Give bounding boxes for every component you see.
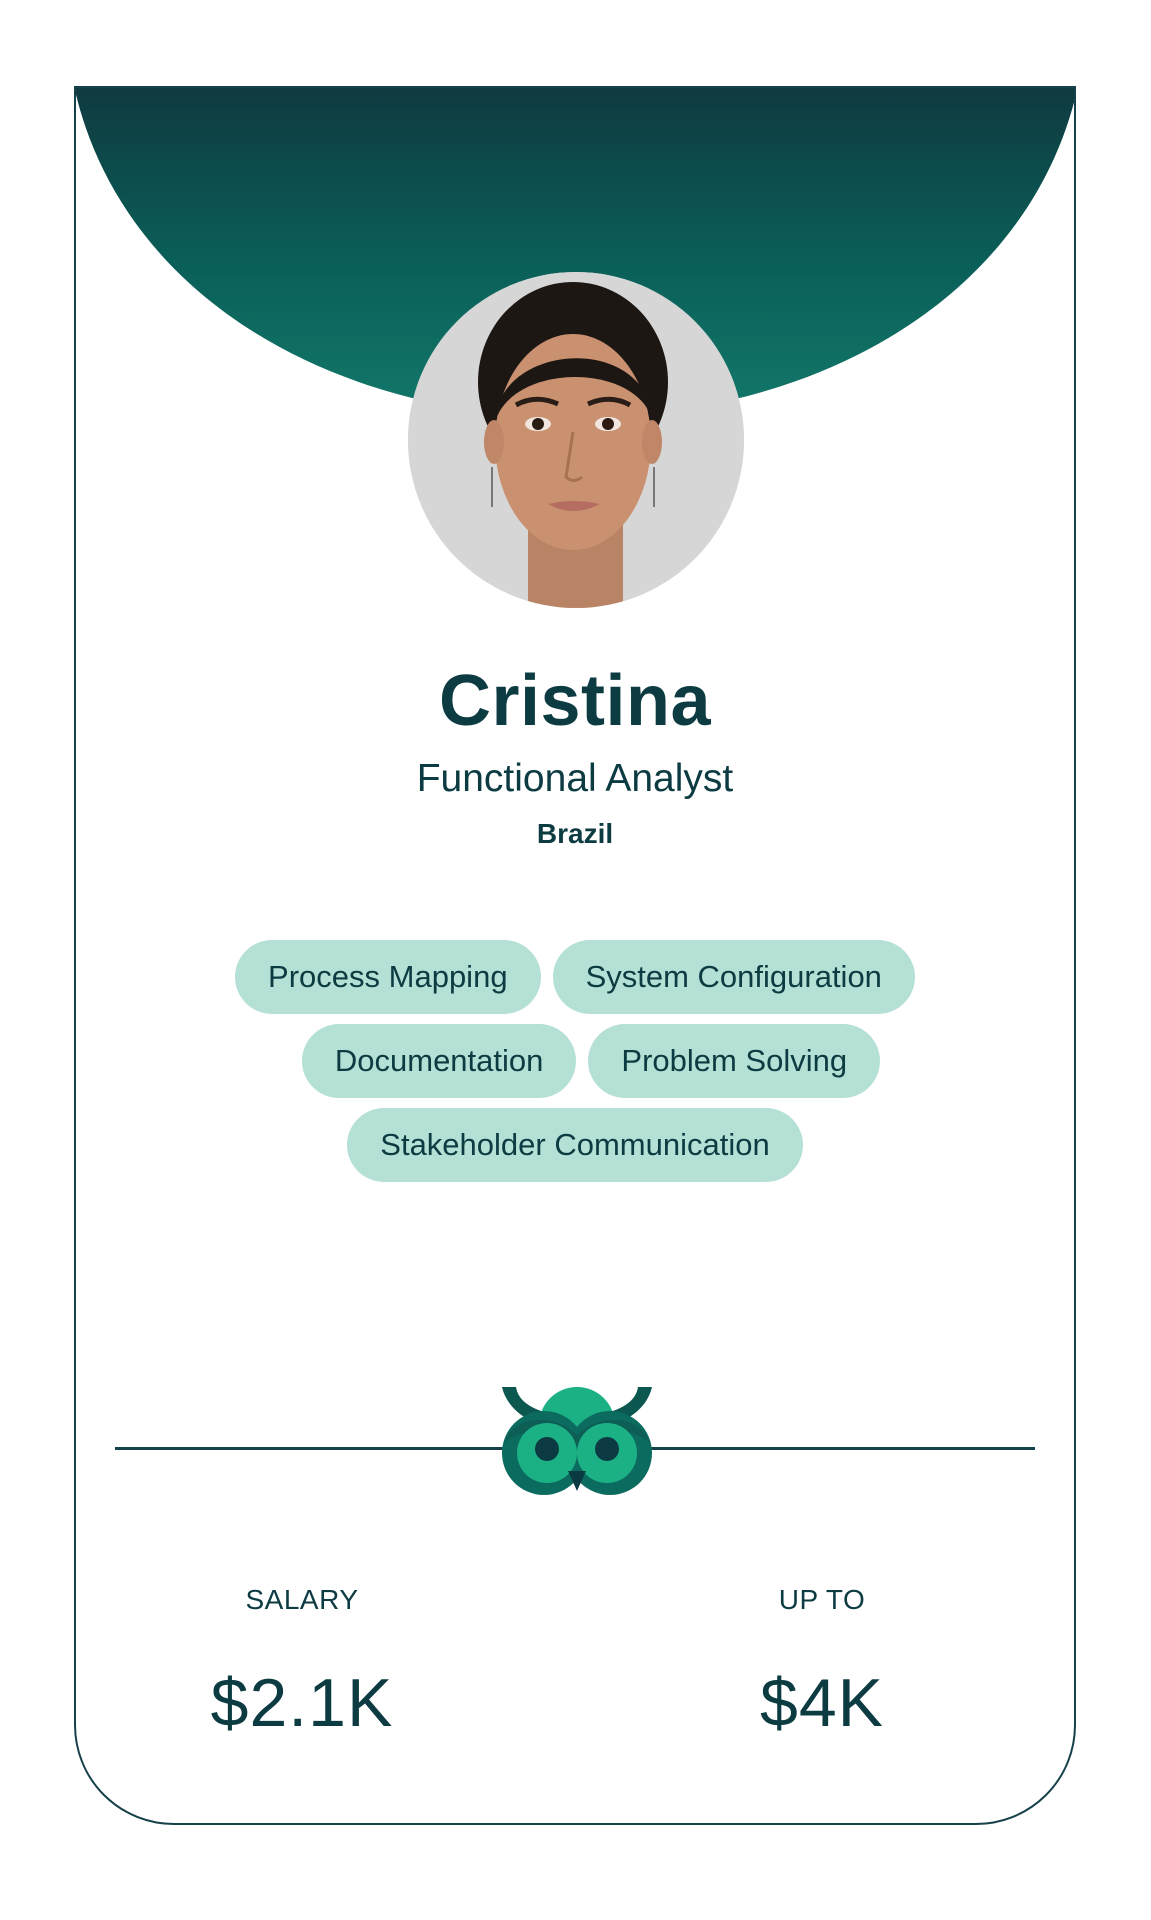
skills-list: Process Mapping System Configuration Doc… [146,940,1004,1182]
skill-tag: System Configuration [552,940,915,1014]
owl-icon [502,1387,652,1495]
upto-label: UP TO [778,1584,866,1615]
skill-tag: Problem Solving [588,1024,881,1098]
salary-label: SALARY [245,1584,359,1615]
salary-value: $2.1K [210,1665,394,1741]
skills-row: Stakeholder Communication [347,1108,803,1182]
salary-stat: SALARY $2.1K [152,1584,452,1741]
skill-tag: Process Mapping [235,940,541,1014]
profile-card: Cristina Functional Analyst Brazil Proce… [74,86,1076,1825]
avatar [408,272,744,608]
skill-tag: Documentation [301,1024,577,1098]
location: Brazil [536,818,614,849]
upto-value: $4K [760,1665,884,1741]
skills-row: Process Mapping System Configuration [235,940,915,1014]
skills-row: Documentation Problem Solving [270,1024,881,1098]
candidate-name: Cristina [438,661,712,741]
upto-stat: UP TO $4K [672,1584,972,1741]
portrait-image [408,272,744,608]
skill-tag: Stakeholder Communication [347,1108,803,1182]
job-title: Functional Analyst [416,757,734,800]
